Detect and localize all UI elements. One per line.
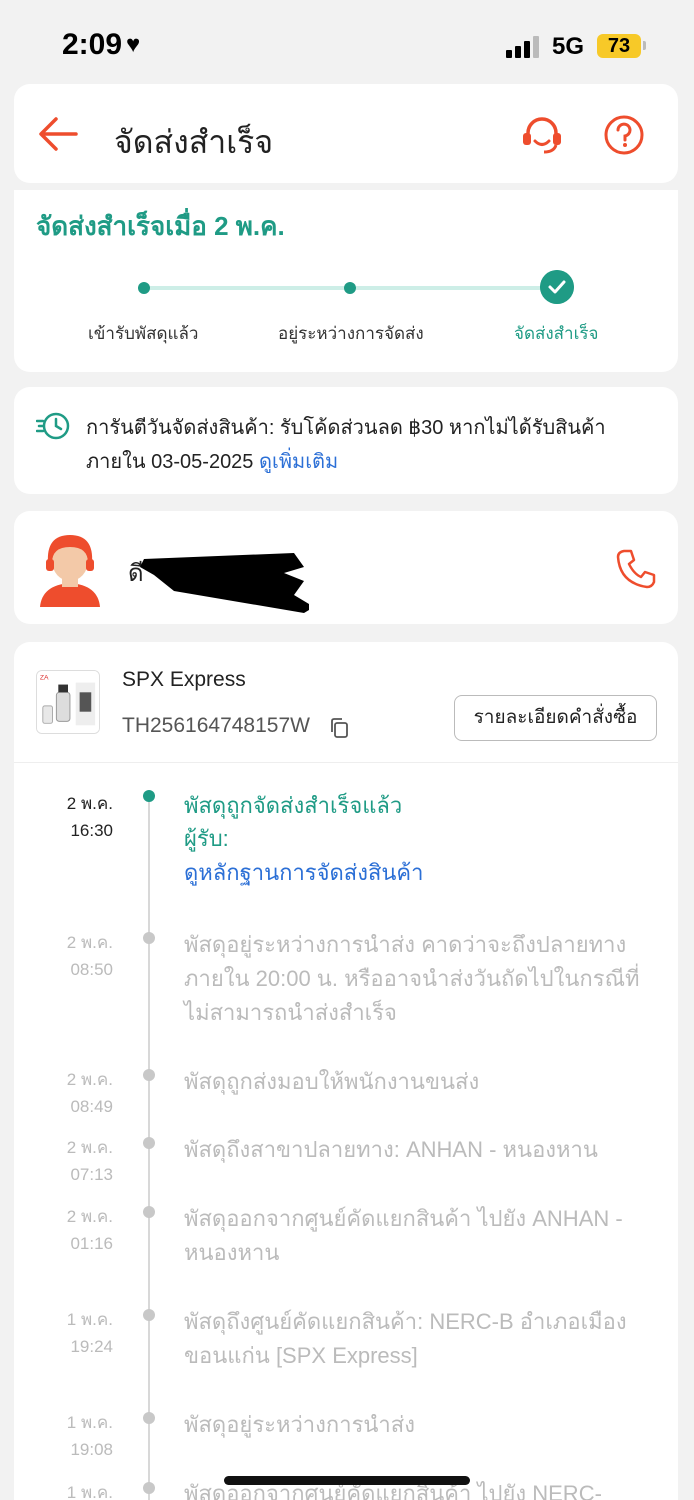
event-description: พัสดุอยู่ระหว่างการนำส่ง คาดว่าจะถึงปลาย… (184, 932, 640, 1025)
event-date: 2 พ.ค. (66, 1070, 113, 1089)
event-description: พัสดุถูกจัดส่งสำเร็จแล้ว (184, 793, 403, 818)
delivery-guarantee-card[interactable]: การันตีวันจัดส่งสินค้า: รับโค้ดส่วนลด ฿3… (14, 387, 678, 494)
progress-dot-transit (344, 282, 356, 294)
event-description: พัสดุถึงสาขาปลายทาง: ANHAN - หนองหาน (184, 1137, 598, 1162)
timeline-date: 2 พ.ค. 01:16 (67, 1203, 113, 1257)
receiver-label: ผู้รับ: (184, 826, 229, 851)
clock-text: 2:09 (62, 28, 123, 61)
see-more-link[interactable]: ดูเพิ่มเติม (259, 451, 338, 473)
event-time: 08:49 (70, 1097, 113, 1116)
headset-support-icon[interactable] (520, 113, 564, 157)
carrier-name: SPX Express (122, 668, 246, 691)
event-date: 2 พ.ค. (66, 933, 113, 952)
progress-line-2 (356, 286, 541, 290)
divider (14, 762, 678, 763)
status-bar: 2:09 ♥ 5G 73 (0, 0, 694, 84)
event-time: 19:24 (70, 1337, 113, 1356)
product-thumbnail[interactable]: ZA (36, 670, 100, 734)
step-label-pickup: เข้ารับพัสดุแล้ว (88, 324, 199, 343)
timeline-dot (143, 1482, 155, 1494)
svg-text:ZA: ZA (40, 675, 49, 682)
shipment-card: ZA SPX Express TH256164748157W รายละเอีย… (14, 642, 678, 1500)
event-time: 01:16 (70, 1234, 113, 1253)
timeline-dot (143, 1309, 155, 1321)
timeline-dot (143, 1069, 155, 1081)
event-description: พัสดุออกจากศูนย์คัดแยกสินค้า ไปยัง ANHAN… (184, 1206, 623, 1265)
signal-icon (506, 34, 542, 58)
timeline-dot-active (143, 790, 155, 802)
timeline-date: 1 พ.ค. 19:08 (67, 1409, 113, 1463)
tracking-number: TH256164748157W (122, 714, 310, 737)
progress-tracker (14, 270, 678, 310)
step-label-transit: อยู่ระหว่างการจัดส่ง (278, 324, 424, 343)
check-icon (540, 270, 574, 304)
timeline-date: 2 พ.ค. 07:13 (67, 1134, 113, 1188)
home-indicator[interactable] (224, 1476, 470, 1485)
copy-icon[interactable] (330, 718, 348, 738)
delivered-headline: จัดส่งสำเร็จเมื่อ 2 พ.ค. (36, 211, 285, 241)
page-title: จัดส่งสำเร็จ (114, 124, 274, 160)
top-nav: จัดส่งสำเร็จ (14, 84, 678, 183)
event-date: 2 พ.ค. (66, 794, 113, 813)
event-date: 1 พ.ค. (66, 1413, 113, 1432)
event-date: 2 พ.ค. (66, 1207, 113, 1226)
timeline-date: 2 พ.ค. 08:49 (67, 1066, 113, 1120)
battery-tip (643, 41, 646, 50)
battery-icon: 73 (597, 34, 641, 58)
event-description: พัสดุอยู่ระหว่างการนำส่ง (184, 1412, 415, 1437)
delivery-status-card: จัดส่งสำเร็จเมื่อ 2 พ.ค. เข้ารับพัสดุแล้… (14, 190, 678, 372)
timeline-dot (143, 1137, 155, 1149)
redaction-mark (140, 553, 309, 613)
event-time: 07:13 (70, 1165, 113, 1184)
order-details-button[interactable]: รายละเอียดคำสั่งซื้อ (454, 695, 657, 741)
network-label: 5G (552, 33, 585, 60)
event-date: 2 พ.ค. (66, 1138, 113, 1157)
guarantee-text: การันตีวันจัดส่งสินค้า: รับโค้ดส่วนลด ฿3… (86, 411, 656, 479)
event-time: 16:30 (70, 821, 113, 840)
help-icon[interactable] (602, 113, 646, 157)
driver-card: ดี (14, 511, 678, 624)
timeline-date: 2 พ.ค. 16:30 (67, 790, 113, 844)
progress-dot-pickup (138, 282, 150, 294)
step-label-delivered: จัดส่งสำเร็จ (514, 324, 599, 343)
driver-avatar-icon (40, 535, 100, 607)
timeline-date: 1 พ.ค. 19:24 (67, 1306, 113, 1360)
event-date: 1 พ.ค. (66, 1483, 113, 1500)
progress-line-1 (144, 286, 350, 290)
guarantee-message: การันตีวันจัดส่งสินค้า: รับโค้ดส่วนลด ฿3… (86, 417, 606, 473)
phone-icon[interactable] (614, 547, 658, 591)
event-description: พัสดุถึงศูนย์คัดแยกสินค้า: NERC-B อำเภอเ… (184, 1309, 627, 1368)
event-time: 19:08 (70, 1440, 113, 1459)
timeline-dot (143, 1206, 155, 1218)
event-description: พัสดุถูกส่งมอบให้พนักงานขนส่ง (184, 1069, 480, 1094)
event-date: 1 พ.ค. (66, 1310, 113, 1329)
heart-icon: ♥ (126, 31, 141, 58)
event-time: 08:50 (70, 960, 113, 979)
timeline-dot (143, 1412, 155, 1424)
timeline-dot (143, 932, 155, 944)
timeline-date: 2 พ.ค. 08:50 (67, 929, 113, 983)
fast-clock-icon (36, 412, 70, 440)
back-arrow-icon[interactable] (36, 114, 80, 154)
proof-of-delivery-link[interactable]: ดูหลักฐานการจัดส่งสินค้า (184, 856, 424, 890)
timeline-date: 1 พ.ค. (67, 1479, 113, 1500)
status-time: 2:09 ♥ (62, 28, 140, 62)
